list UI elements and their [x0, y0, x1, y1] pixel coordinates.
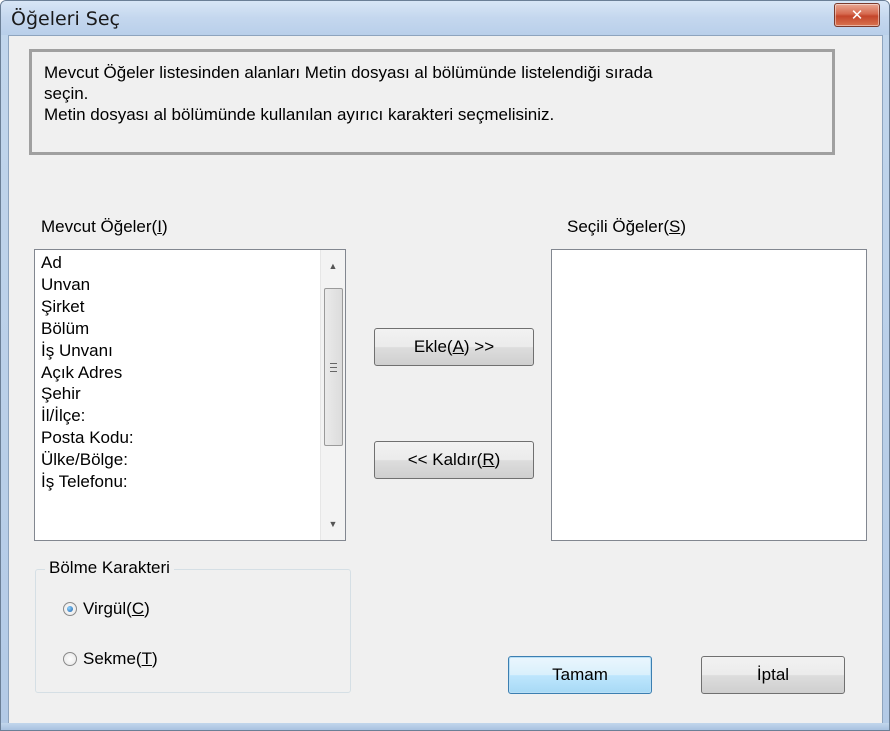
available-items-list[interactable]: Ad Unvan Şirket Bölüm İş Unvanı Açık Adres Şeh… [34, 249, 346, 541]
list-item[interactable]: Ülke/Bölge: [41, 449, 134, 471]
list-item[interactable]: İş Telefonu: [41, 471, 134, 493]
instructions-line-1: Mevcut Öğeler listesinden alanları Metin… [44, 63, 653, 82]
radio-indicator[interactable] [63, 602, 77, 616]
list-item[interactable]: Bölüm [41, 318, 134, 340]
add-button[interactable]: Ekle(A) >> [374, 328, 534, 366]
scroll-up-arrow-icon[interactable]: ▲ [321, 254, 345, 278]
selected-items-label: Seçili Öğeler(S) [567, 217, 687, 236]
scroll-down-arrow-icon[interactable]: ▼ [321, 512, 345, 536]
list-item[interactable]: İş Unvanı [41, 340, 134, 362]
separator-groupbox-title: Bölme Karakteri [45, 558, 174, 578]
available-list-scrollbar[interactable]: ▲ ▼ [320, 250, 345, 540]
list-item[interactable]: Posta Kodu: [41, 427, 134, 449]
close-icon: ✕ [850, 6, 864, 24]
list-item[interactable]: Açık Adres [41, 362, 134, 384]
ok-button[interactable]: Tamam [508, 656, 652, 694]
window-bottom-border [1, 723, 889, 730]
radio-indicator[interactable] [63, 652, 77, 666]
instructions-line-2: seçin. [44, 84, 89, 103]
dialog-window: Öğeleri Seç ✕ Mevcut Öğeler listesinden … [0, 0, 890, 731]
list-item[interactable]: Şehir [41, 383, 134, 405]
scroll-thumb[interactable] [324, 288, 343, 446]
remove-button[interactable]: << Kaldır(R) [374, 441, 534, 479]
list-item[interactable]: Şirket [41, 296, 134, 318]
instructions-line-3: Metin dosyası al bölümünde kullanılan ay… [44, 105, 555, 124]
window-title: Öğeleri Seç [11, 8, 120, 30]
list-item[interactable]: Unvan [41, 274, 134, 296]
title-bar[interactable]: Öğeleri Seç ✕ [1, 1, 889, 35]
separator-groupbox [35, 569, 351, 693]
close-button[interactable]: ✕ [834, 3, 880, 27]
tab-radio[interactable]: Sekme(T) [63, 649, 158, 669]
cancel-button[interactable]: İptal [701, 656, 845, 694]
available-items-label: Mevcut Öğeler(I) [41, 217, 168, 236]
list-item[interactable]: Ad [41, 252, 134, 274]
instructions-box: Mevcut Öğeler listesinden alanları Metin… [29, 49, 835, 155]
selected-items-list[interactable] [551, 249, 867, 541]
comma-radio[interactable]: Virgül(C) [63, 599, 150, 619]
list-item[interactable]: İl/İlçe: [41, 405, 134, 427]
grip-icon [330, 362, 337, 372]
